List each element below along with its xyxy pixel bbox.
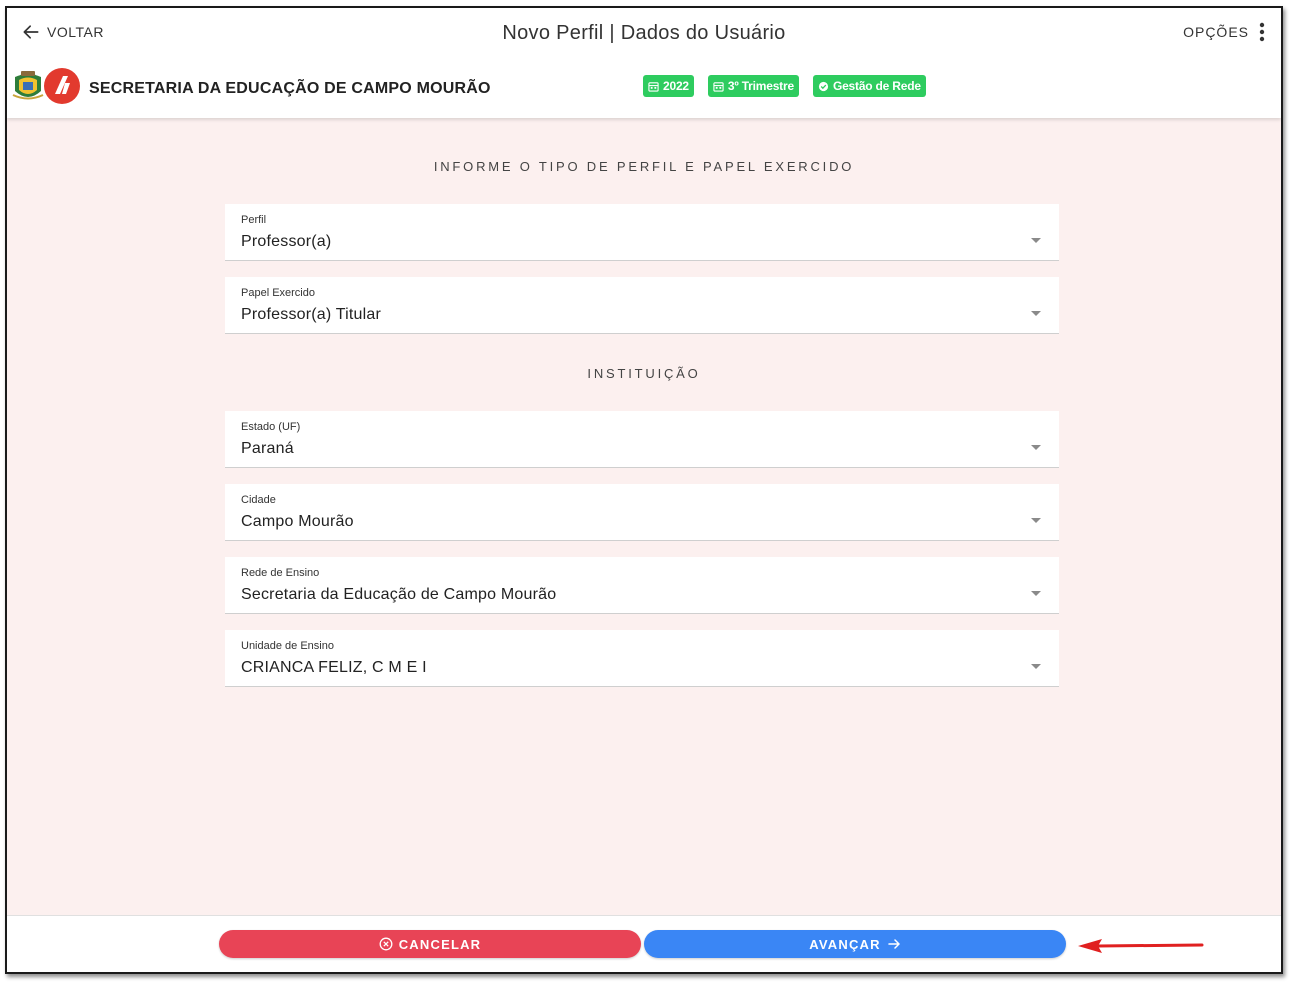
options-label: OPÇÕES: [1183, 24, 1249, 40]
dropdown-caret-icon: [1031, 664, 1041, 669]
app-window: VOLTAR Novo Perfil | Dados do Usuário OP…: [5, 6, 1283, 974]
year-badge: 2022: [643, 75, 694, 97]
calendar-icon: [713, 81, 724, 92]
cancel-label: CANCELAR: [398, 936, 482, 952]
page-title: Novo Perfil | Dados do Usuário: [502, 22, 786, 44]
next-label: AVANÇAR: [809, 936, 881, 952]
brand-logo: [44, 68, 80, 104]
unidade-de-ensino-label: Unidade de Ensino: [241, 640, 334, 652]
profile-section-title: INFORME O TIPO DE PERFIL E PAPEL EXERCID…: [433, 159, 855, 174]
dropdown-caret-icon: [1031, 311, 1041, 316]
organization-name: SECRETARIA DA EDUCAÇÃO DE CAMPO MOURÃO: [89, 80, 491, 97]
municipal-crest-logo: [12, 71, 44, 100]
rede-de-ensino-label: Rede de Ensino: [241, 567, 320, 579]
trimester-badge: 3º Trimestre: [707, 75, 799, 97]
options-menu-button[interactable]: OPÇÕES: [1183, 22, 1265, 42]
unidade-de-ensino-select[interactable]: Unidade de Ensino CRIANCA FELIZ, C M E I: [225, 630, 1059, 687]
perfil-label: Perfil: [241, 214, 267, 226]
dropdown-caret-icon: [1031, 518, 1041, 523]
estado-value: Paraná: [241, 440, 294, 457]
perfil-value: Professor(a): [241, 233, 332, 250]
cidade-select[interactable]: Cidade Campo Mourão: [225, 484, 1059, 541]
logos: [11, 67, 81, 105]
papel-exercido-value: Professor(a) Titular: [241, 306, 382, 323]
context-badges: 2022 3º Trimestre Gestão de Rede: [643, 75, 926, 97]
app-header: VOLTAR Novo Perfil | Dados do Usuário OP…: [7, 8, 1281, 118]
close-circle-icon: [379, 937, 393, 951]
cancel-button[interactable]: CANCELAR: [219, 930, 641, 958]
year-badge-label: 2022: [663, 79, 689, 93]
rede-de-ensino-value: Secretaria da Educação de Campo Mourão: [241, 586, 557, 603]
dropdown-caret-icon: [1031, 591, 1041, 596]
cidade-value: Campo Mourão: [241, 513, 354, 530]
unidade-de-ensino-value: CRIANCA FELIZ, C M E I: [241, 659, 427, 676]
dropdown-caret-icon: [1031, 445, 1041, 450]
calendar-icon: [648, 81, 659, 92]
trimester-badge-label: 3º Trimestre: [727, 79, 794, 93]
rede-de-ensino-select[interactable]: Rede de Ensino Secretaria da Educação de…: [225, 557, 1059, 614]
papel-exercido-label: Papel Exercido: [241, 287, 315, 299]
more-vertical-icon: [1259, 22, 1265, 42]
institution-section-title: INSTITUIÇÃO: [587, 366, 701, 381]
next-button[interactable]: AVANÇAR: [644, 930, 1066, 958]
annotation-arrow-icon: [1078, 939, 1204, 953]
perfil-select[interactable]: Perfil Professor(a): [225, 204, 1059, 261]
papel-exercido-select[interactable]: Papel Exercido Professor(a) Titular: [225, 277, 1059, 334]
estado-label: Estado (UF): [241, 421, 301, 433]
arrow-right-icon: [887, 939, 900, 949]
check-circle-icon: [818, 81, 829, 91]
cidade-label: Cidade: [241, 494, 276, 506]
estado-select[interactable]: Estado (UF) Paraná: [225, 411, 1059, 468]
role-badge: Gestão de Rede: [812, 75, 926, 97]
dropdown-caret-icon: [1031, 238, 1041, 243]
role-badge-label: Gestão de Rede: [832, 79, 921, 93]
